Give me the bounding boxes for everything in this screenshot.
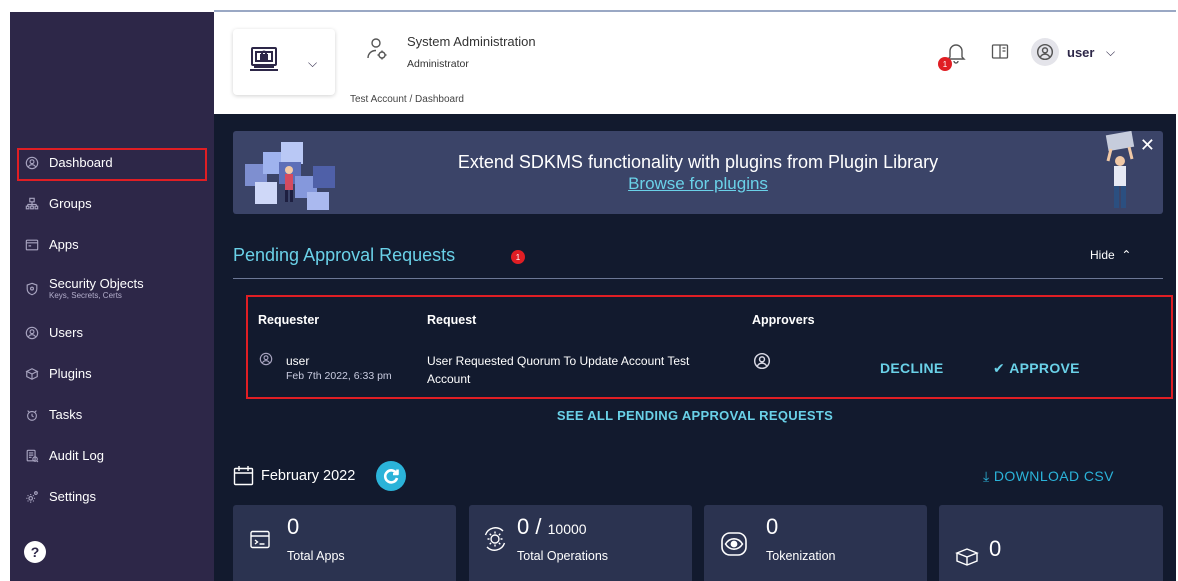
decline-button[interactable]: DECLINE [880,360,944,376]
sidebar-item-label: Apps [49,237,79,252]
security-objects-icon [25,282,39,296]
refresh-button[interactable] [376,461,406,491]
approve-label: APPROVE [1009,360,1080,376]
sidebar-nav: Dashboard Groups Apps Security Objects K… [10,126,214,517]
stat-card-plugins[interactable]: 0 [939,505,1163,581]
apps-icon [25,238,39,252]
user-avatar-icon [1036,43,1054,61]
role-title: System Administration [407,34,536,49]
sidebar-item-sublabel: Keys, Secrets, Certs [49,290,122,300]
header: ⌵ System Administration Administrator Te… [214,12,1176,114]
sidebar-item-label: Security Objects [49,275,144,291]
breadcrumb: Test Account / Dashboard [350,94,464,105]
section-divider [233,278,1163,279]
sidebar-item-users[interactable]: Users [10,312,214,353]
plugin-banner: Extend SDKMS functionality with plugins … [233,131,1163,214]
role-subtitle: Administrator [407,58,469,70]
request-description-line2: Account [427,372,471,386]
chevron-up-icon: ⌃ [1118,248,1132,262]
stat-card-total-apps[interactable]: 0 Total Apps [233,505,456,581]
username-label[interactable]: user [1067,45,1094,60]
sidebar-item-groups[interactable]: Groups [10,183,214,224]
plugins-value: 0 [989,536,1002,561]
dashboard-icon [25,156,39,170]
help-button[interactable]: ? [24,541,46,563]
stat-card-total-operations[interactable]: 0 / 10000 Total Operations [469,505,692,581]
tasks-icon [25,408,39,422]
sidebar-item-label: Settings [49,489,96,504]
calendar-icon[interactable] [233,465,254,486]
avatar[interactable] [1031,38,1059,66]
documentation-icon[interactable] [990,42,1010,62]
sidebar-item-label: Groups [49,196,92,211]
checkmark-icon: ✔ [993,360,1010,376]
column-header-request: Request [427,313,477,327]
total-operations-value: 0 [517,514,530,539]
sidebar-item-audit-log[interactable]: Audit Log [10,435,214,476]
users-icon [25,326,39,340]
request-date: Feb 7th 2022, 6:33 pm [286,370,392,382]
total-apps-value: 0 [287,514,300,539]
sidebar-item-tasks[interactable]: Tasks [10,394,214,435]
sidebar-item-label: Dashboard [49,155,113,170]
main-content: Extend SDKMS functionality with plugins … [214,114,1176,581]
pending-approval-title: Pending Approval Requests [233,245,456,265]
notification-badge: 1 [938,57,952,71]
hide-label: Hide [1090,248,1115,262]
browse-plugins-link[interactable]: Browse for plugins [233,174,1163,194]
sidebar-item-label: Plugins [49,366,92,381]
total-operations-separator: / [535,514,542,539]
request-description-line1: User Requested Quorum To Update Account … [427,354,690,368]
operations-gear-icon [484,527,506,551]
sidebar-item-apps[interactable]: Apps [10,224,214,265]
group-computer-icon [250,47,278,71]
download-csv-label: DOWNLOAD CSV [993,468,1114,484]
groups-icon [25,197,39,211]
sidebar-item-dashboard[interactable]: Dashboard [10,142,214,183]
audit-log-icon [25,449,39,463]
column-header-approvers: Approvers [752,313,815,327]
banner-text: Extend SDKMS functionality with plugins … [457,152,939,172]
sidebar-item-label: Audit Log [49,448,104,463]
tokenization-value: 0 [766,514,779,539]
terminal-app-icon [250,530,270,549]
pending-approval-table: Requester Request Approvers user Feb 7th… [246,295,1173,399]
sidebar-item-plugins[interactable]: Plugins [10,353,214,394]
plugins-icon [25,367,39,381]
approve-button[interactable]: ✔ APPROVE [993,360,1080,377]
total-apps-label: Total Apps [287,549,345,563]
stat-card-tokenization[interactable]: 0 Tokenization [704,505,927,581]
sidebar-item-label: Tasks [49,407,83,422]
sidebar: Dashboard Groups Apps Security Objects K… [10,12,214,581]
month-label[interactable]: February 2022 [261,468,355,484]
user-menu-chevron-icon[interactable]: ⌵ [1106,45,1115,60]
chevron-down-icon: ⌵ [308,56,318,70]
pending-count-badge: 1 [511,250,525,264]
requester-user-icon [259,352,273,366]
see-all-pending-link[interactable]: SEE ALL PENDING APPROVAL REQUESTS [214,408,1176,423]
hide-pending-toggle[interactable]: Hide ⌃ [1090,248,1131,262]
download-icon: ⤓ [983,468,990,484]
sidebar-item-label: Users [49,325,83,340]
total-operations-limit: 10000 [547,521,587,537]
plugins-stack-icon [955,548,979,566]
sidebar-item-security-objects[interactable]: Security Objects Keys, Secrets, Certs [10,265,214,312]
settings-icon [25,490,39,504]
refresh-icon [383,469,399,484]
admin-user-icon [367,38,387,60]
download-csv-button[interactable]: ⤓ DOWNLOAD CSV [983,468,1114,485]
sidebar-logo-area [10,12,214,126]
tokenization-label: Tokenization [766,549,836,563]
requester-name: user [286,354,310,368]
total-operations-label: Total Operations [517,549,609,563]
group-selector[interactable]: ⌵ [233,29,335,95]
help-icon: ? [30,544,40,560]
sidebar-item-settings[interactable]: Settings [10,476,214,517]
approver-user-icon [753,352,771,370]
column-header-requester: Requester [258,313,320,327]
sidebar-item-label-group: Security Objects Keys, Secrets, Certs [49,277,144,300]
banner-close-icon[interactable]: ✕ [1140,135,1155,156]
eye-icon [721,532,747,556]
